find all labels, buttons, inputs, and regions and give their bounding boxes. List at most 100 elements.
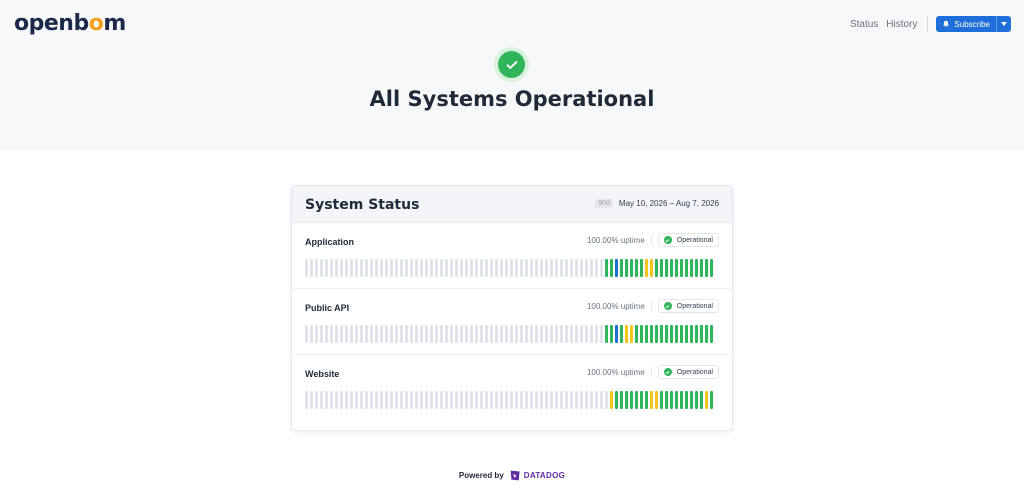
uptime-day-bar[interactable] bbox=[665, 391, 669, 409]
uptime-day-bar[interactable] bbox=[485, 259, 489, 277]
uptime-day-bar[interactable] bbox=[565, 325, 569, 343]
uptime-day-bar[interactable] bbox=[430, 391, 434, 409]
uptime-day-bar[interactable] bbox=[395, 259, 399, 277]
uptime-day-bar[interactable] bbox=[360, 391, 364, 409]
uptime-day-bar[interactable] bbox=[700, 259, 704, 277]
uptime-day-bar[interactable] bbox=[545, 325, 549, 343]
uptime-day-bar[interactable] bbox=[620, 259, 624, 277]
uptime-day-bar[interactable] bbox=[335, 325, 339, 343]
uptime-day-bar[interactable] bbox=[685, 325, 689, 343]
uptime-day-bar[interactable] bbox=[700, 391, 704, 409]
uptime-day-bar[interactable] bbox=[375, 391, 379, 409]
uptime-day-bar[interactable] bbox=[650, 391, 654, 409]
uptime-day-bar[interactable] bbox=[630, 259, 634, 277]
uptime-day-bar[interactable] bbox=[655, 391, 659, 409]
uptime-day-bar[interactable] bbox=[535, 259, 539, 277]
uptime-day-bar[interactable] bbox=[475, 325, 479, 343]
uptime-day-bar[interactable] bbox=[485, 325, 489, 343]
uptime-day-bar[interactable] bbox=[450, 391, 454, 409]
uptime-day-bar[interactable] bbox=[635, 391, 639, 409]
uptime-day-bar[interactable] bbox=[335, 391, 339, 409]
uptime-day-bar[interactable] bbox=[605, 259, 609, 277]
uptime-day-bar[interactable] bbox=[350, 391, 354, 409]
uptime-day-bar[interactable] bbox=[455, 325, 459, 343]
uptime-day-bar[interactable] bbox=[665, 259, 669, 277]
uptime-day-bar[interactable] bbox=[385, 391, 389, 409]
uptime-day-bar[interactable] bbox=[310, 259, 314, 277]
uptime-day-bar[interactable] bbox=[455, 391, 459, 409]
uptime-day-bar[interactable] bbox=[680, 391, 684, 409]
uptime-day-bar[interactable] bbox=[315, 325, 319, 343]
uptime-day-bar[interactable] bbox=[705, 259, 709, 277]
uptime-day-bar[interactable] bbox=[400, 259, 404, 277]
uptime-day-bar[interactable] bbox=[660, 391, 664, 409]
uptime-day-bar[interactable] bbox=[680, 325, 684, 343]
uptime-day-bar[interactable] bbox=[665, 325, 669, 343]
uptime-day-bar[interactable] bbox=[705, 391, 709, 409]
uptime-day-bar[interactable] bbox=[415, 259, 419, 277]
uptime-day-bar[interactable] bbox=[370, 259, 374, 277]
uptime-day-bar[interactable] bbox=[545, 391, 549, 409]
uptime-day-bar[interactable] bbox=[685, 259, 689, 277]
uptime-day-bar[interactable] bbox=[345, 391, 349, 409]
uptime-day-bar[interactable] bbox=[595, 325, 599, 343]
uptime-day-bar[interactable] bbox=[360, 325, 364, 343]
uptime-day-bar[interactable] bbox=[600, 325, 604, 343]
uptime-day-bar[interactable] bbox=[605, 325, 609, 343]
uptime-day-bar[interactable] bbox=[355, 259, 359, 277]
uptime-day-bar[interactable] bbox=[675, 259, 679, 277]
uptime-day-bar[interactable] bbox=[420, 259, 424, 277]
uptime-day-bar[interactable] bbox=[415, 325, 419, 343]
uptime-day-bar[interactable] bbox=[400, 325, 404, 343]
datadog-name[interactable]: DATADOG bbox=[524, 471, 565, 480]
uptime-day-bar[interactable] bbox=[340, 259, 344, 277]
uptime-day-bar[interactable] bbox=[625, 325, 629, 343]
uptime-day-bar[interactable] bbox=[320, 325, 324, 343]
uptime-day-bar[interactable] bbox=[390, 325, 394, 343]
uptime-day-bar[interactable] bbox=[645, 391, 649, 409]
subscribe-button[interactable]: Subscribe bbox=[936, 16, 996, 32]
uptime-day-bar[interactable] bbox=[695, 259, 699, 277]
uptime-day-bar[interactable] bbox=[510, 325, 514, 343]
uptime-day-bar[interactable] bbox=[635, 325, 639, 343]
uptime-day-bar[interactable] bbox=[445, 391, 449, 409]
uptime-day-bar[interactable] bbox=[520, 259, 524, 277]
uptime-day-bar[interactable] bbox=[540, 325, 544, 343]
uptime-day-bar[interactable] bbox=[445, 325, 449, 343]
uptime-day-bar[interactable] bbox=[470, 391, 474, 409]
uptime-day-bar[interactable] bbox=[710, 391, 714, 409]
uptime-day-bar[interactable] bbox=[535, 325, 539, 343]
uptime-day-bar[interactable] bbox=[600, 259, 604, 277]
uptime-day-bar[interactable] bbox=[575, 259, 579, 277]
uptime-day-bar[interactable] bbox=[615, 325, 619, 343]
uptime-day-bar[interactable] bbox=[680, 259, 684, 277]
uptime-day-bar[interactable] bbox=[410, 325, 414, 343]
uptime-day-bar[interactable] bbox=[610, 259, 614, 277]
uptime-day-bar[interactable] bbox=[590, 325, 594, 343]
uptime-day-bar[interactable] bbox=[525, 259, 529, 277]
uptime-day-bar[interactable] bbox=[630, 391, 634, 409]
uptime-day-bar[interactable] bbox=[395, 325, 399, 343]
uptime-day-bar[interactable] bbox=[505, 391, 509, 409]
uptime-day-bar[interactable] bbox=[555, 325, 559, 343]
uptime-day-bar[interactable] bbox=[530, 325, 534, 343]
uptime-day-bar[interactable] bbox=[620, 391, 624, 409]
uptime-day-bar[interactable] bbox=[620, 325, 624, 343]
uptime-day-bar[interactable] bbox=[435, 259, 439, 277]
uptime-day-bar[interactable] bbox=[510, 391, 514, 409]
uptime-day-bar[interactable] bbox=[475, 259, 479, 277]
uptime-day-bar[interactable] bbox=[425, 259, 429, 277]
uptime-day-bar[interactable] bbox=[575, 325, 579, 343]
uptime-day-bar[interactable] bbox=[655, 259, 659, 277]
uptime-day-bar[interactable] bbox=[605, 391, 609, 409]
uptime-day-bar[interactable] bbox=[710, 259, 714, 277]
uptime-day-bar[interactable] bbox=[390, 259, 394, 277]
uptime-day-bar[interactable] bbox=[555, 391, 559, 409]
uptime-day-bar[interactable] bbox=[305, 259, 309, 277]
uptime-day-bar[interactable] bbox=[550, 325, 554, 343]
nav-link-history[interactable]: History bbox=[886, 19, 917, 30]
uptime-day-bar[interactable] bbox=[660, 325, 664, 343]
uptime-day-bar[interactable] bbox=[710, 325, 714, 343]
uptime-day-bar[interactable] bbox=[595, 259, 599, 277]
uptime-day-bar[interactable] bbox=[495, 325, 499, 343]
